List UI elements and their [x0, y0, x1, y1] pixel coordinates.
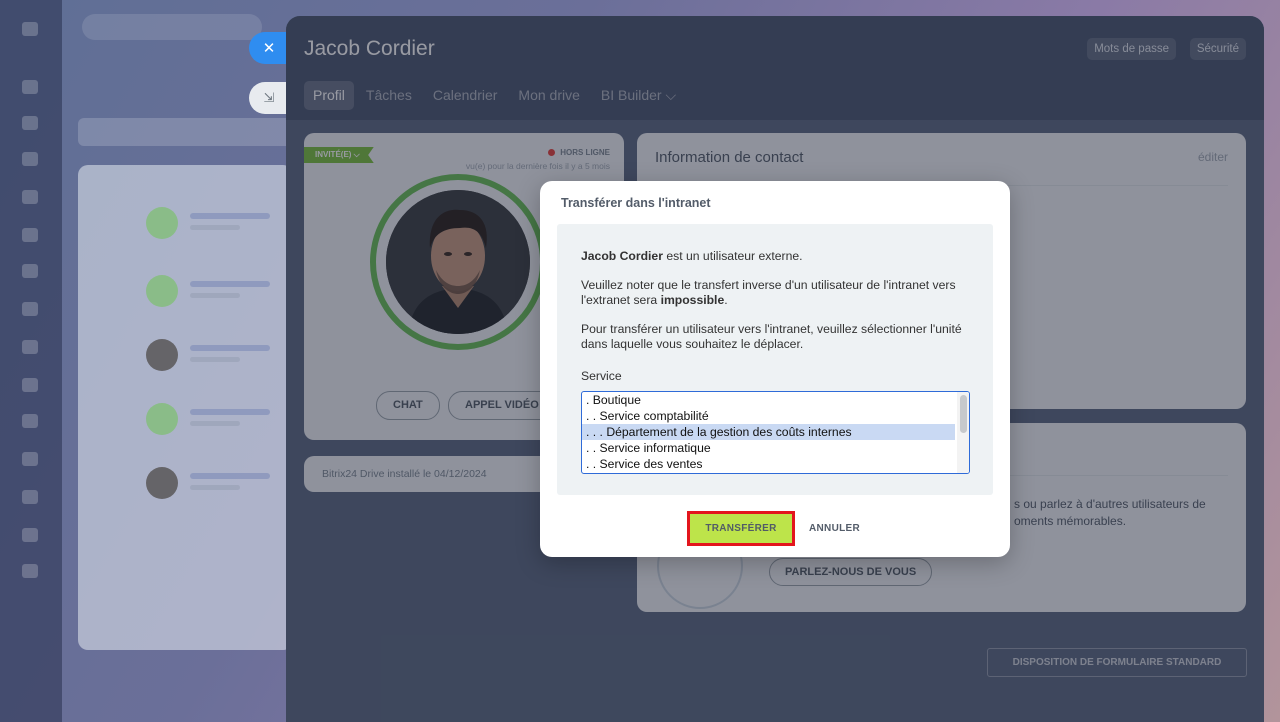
warning-emphasis: impossible	[660, 292, 725, 307]
crm-icon	[22, 302, 38, 316]
drive-install-text: Bitrix24 Drive installé le 04/12/2024	[322, 468, 487, 480]
drive-icon	[22, 228, 38, 242]
close-icon: ✕	[262, 40, 276, 57]
warning-text: Veuillez noter que le transfert inverse …	[581, 278, 956, 307]
dialog-body: Jacob Cordier est un utilisateur externe…	[557, 224, 993, 495]
avatar-ring	[370, 174, 546, 350]
feed-icon	[22, 80, 38, 94]
menu-icon	[22, 22, 38, 36]
notice-text: est un utilisateur externe.	[662, 249, 803, 263]
profile-header: Jacob Cordier Mots de passe Sécurité Pro…	[286, 16, 1264, 120]
cancel-button[interactable]: ANNULER	[809, 519, 860, 539]
settings-icon	[22, 490, 38, 504]
listbox-scrollbar-thumb[interactable]	[960, 395, 967, 433]
background-search	[82, 14, 262, 40]
dialog-title: Transférer dans l'intranet	[561, 196, 711, 210]
security-button[interactable]: Sécurité	[1189, 38, 1246, 60]
standard-layout-button[interactable]: DISPOSITION DE FORMULAIRE STANDARD	[987, 648, 1247, 677]
calendar-icon	[22, 152, 38, 166]
online-status: HORS LIGNE	[548, 148, 610, 157]
background-filter	[78, 118, 293, 146]
market-icon	[22, 528, 38, 542]
employees-icon	[22, 264, 38, 278]
list-item	[98, 337, 288, 373]
status-text: HORS LIGNE	[560, 148, 610, 157]
avatar[interactable]	[386, 190, 530, 334]
contact-edit-link[interactable]: éditer	[1198, 150, 1228, 164]
transfer-dialog: Transférer dans l'intranet Jacob Cordier…	[540, 181, 1010, 557]
close-slider-button[interactable]: ✕	[249, 32, 289, 64]
profile-tabs: Profil Tâches Calendrier Mon drive BI Bu…	[304, 81, 688, 110]
about-text-line: oments mémorables.	[1014, 514, 1127, 528]
service-option[interactable]: . . Service comptabilité	[582, 408, 969, 424]
service-option[interactable]: . . Service informatique	[582, 440, 969, 456]
profile-name: Jacob Cordier	[304, 37, 435, 60]
background-employee-list	[78, 165, 293, 650]
external-user-notice: Jacob Cordier est un utilisateur externe…	[581, 249, 971, 264]
chat-button[interactable]: CHAT	[376, 391, 440, 420]
tasks-icon	[22, 190, 38, 204]
instruction-text: Pour transférer un utilisateur vers l'in…	[581, 322, 962, 351]
tab-profile[interactable]: Profil	[304, 81, 354, 110]
last-seen-text: vu(e) pour la dernière fois il y a 5 moi…	[465, 161, 610, 171]
portrait-image	[386, 190, 530, 334]
contact-title: Information de contact	[655, 149, 804, 166]
list-item	[98, 401, 288, 437]
irreversible-warning: Veuillez noter que le transfert inverse …	[581, 278, 971, 307]
offline-dot-icon	[548, 149, 556, 156]
about-text-line: s ou parlez à d'autres utilisateurs de	[1014, 497, 1206, 511]
passwords-button[interactable]: Mots de passe	[1087, 38, 1176, 60]
service-option-selected[interactable]: . . . Département de la gestion des coût…	[582, 424, 955, 440]
help-icon	[22, 564, 38, 578]
tell-us-button[interactable]: PARLEZ-NOUS DE VOUS	[769, 558, 933, 586]
minimize-icon: ⇲	[263, 90, 275, 105]
warning-end: .	[724, 292, 728, 307]
automation-icon	[22, 378, 38, 392]
analytics-icon	[22, 414, 38, 428]
list-item	[98, 465, 288, 501]
list-item	[98, 205, 288, 241]
service-option[interactable]: . Boutique	[582, 392, 969, 408]
transfer-button[interactable]: TRANSFÉRER	[687, 511, 795, 546]
user-name: Jacob Cordier	[581, 249, 663, 263]
tab-drive[interactable]: Mon drive	[509, 81, 588, 110]
service-label: Service	[581, 369, 622, 383]
background-sidebar	[0, 0, 62, 722]
about-description: s ou parlez à d'autres utilisateurs de o…	[1014, 496, 1206, 530]
minimize-slider-button[interactable]: ⇲	[249, 82, 289, 114]
tab-bi-builder[interactable]: BI Builder ⌵	[592, 81, 685, 110]
tab-tasks[interactable]: Tâches	[357, 81, 421, 110]
list-item	[98, 273, 288, 309]
sites-icon	[22, 340, 38, 354]
service-option[interactable]: . . Service des ventes	[582, 456, 969, 472]
tab-calendar[interactable]: Calendrier	[424, 81, 507, 110]
apps-icon	[22, 452, 38, 466]
guest-badge[interactable]: INVITÉ(E) ⌵	[304, 147, 374, 163]
service-listbox[interactable]: . Boutique . . Service comptabilité . . …	[581, 391, 970, 474]
chat-icon	[22, 116, 38, 130]
